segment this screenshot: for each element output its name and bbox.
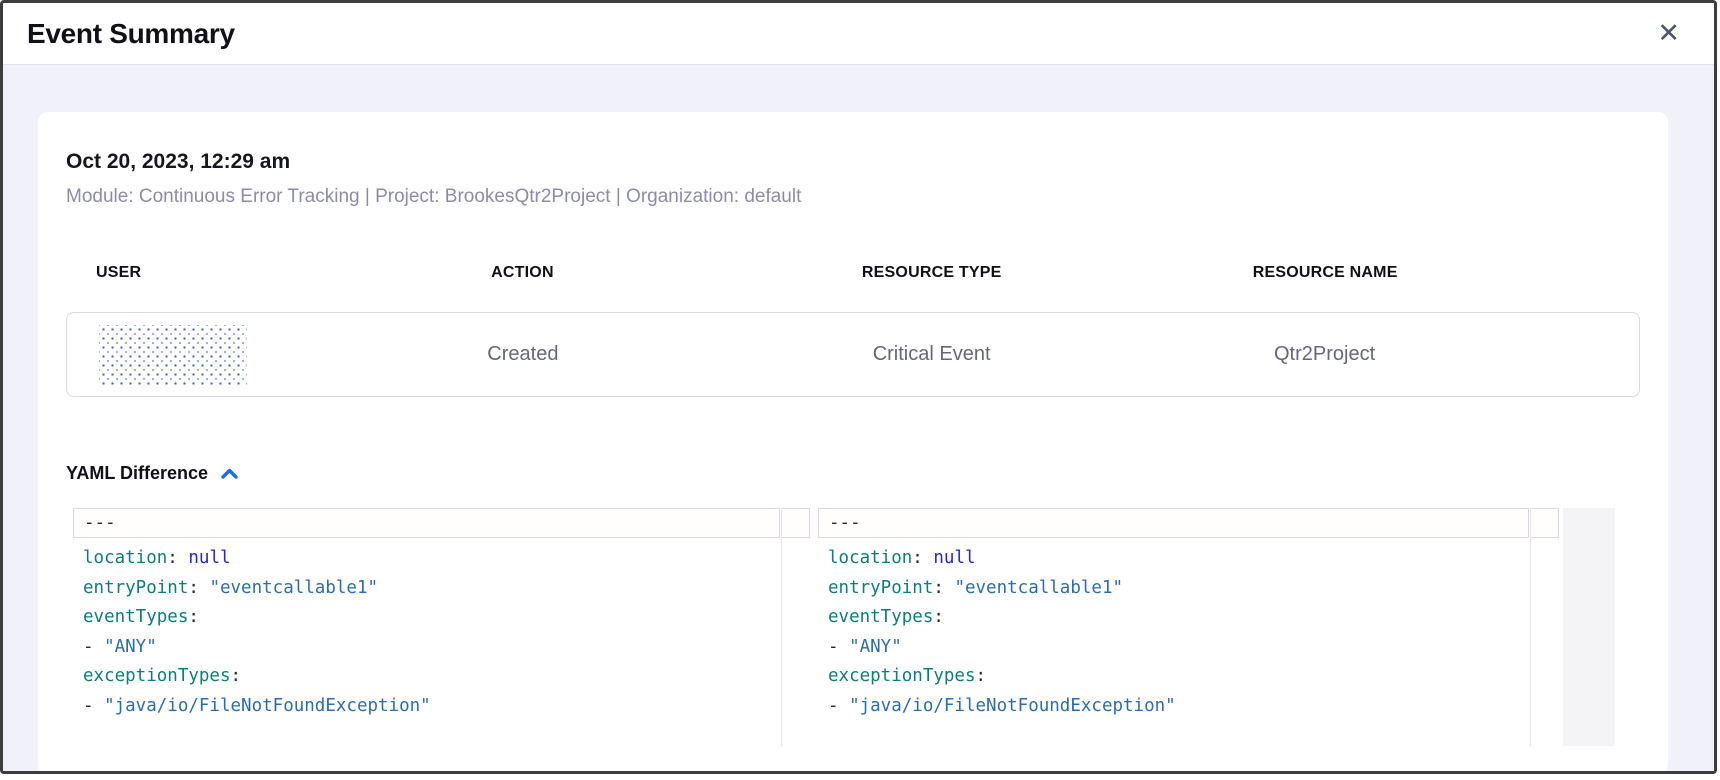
close-icon[interactable]: ✕ bbox=[1653, 18, 1684, 49]
diff-outer-scrollbar-track[interactable] bbox=[1563, 508, 1615, 746]
pane-scrollbar-track[interactable] bbox=[1530, 508, 1559, 746]
column-header-user: USER bbox=[66, 264, 318, 282]
yaml-diff-viewer: ---location: nullentryPoint: "eventcalla… bbox=[66, 508, 1640, 746]
resource-type-cell: Critical Event bbox=[727, 343, 1136, 366]
table-row: Created Critical Event Qtr2Project bbox=[66, 312, 1640, 397]
yaml-pane-before: ---location: nullentryPoint: "eventcalla… bbox=[73, 508, 810, 746]
yaml-code-before: ---location: nullentryPoint: "eventcalla… bbox=[73, 508, 810, 721]
pane-scrollbar-track[interactable] bbox=[781, 508, 810, 746]
event-meta: Module: Continuous Error Tracking | Proj… bbox=[66, 186, 1640, 208]
action-cell: Created bbox=[319, 343, 728, 366]
modal-body: Oct 20, 2023, 12:29 am Module: Continuou… bbox=[3, 65, 1714, 774]
column-header-action: ACTION bbox=[318, 264, 727, 282]
pane-scrollbar-thumb[interactable] bbox=[1531, 508, 1559, 538]
pane-scrollbar-thumb[interactable] bbox=[782, 508, 810, 538]
column-header-resource-name: RESOURCE NAME bbox=[1136, 264, 1514, 282]
yaml-code-after: ---location: nullentryPoint: "eventcalla… bbox=[818, 508, 1559, 721]
event-summary-modal: Event Summary ✕ Oct 20, 2023, 12:29 am M… bbox=[0, 0, 1717, 774]
modal-title: Event Summary bbox=[27, 18, 235, 50]
event-timestamp: Oct 20, 2023, 12:29 am bbox=[66, 150, 1640, 174]
user-cell bbox=[67, 325, 319, 385]
yaml-difference-header[interactable]: YAML Difference bbox=[66, 463, 1640, 484]
event-card: Oct 20, 2023, 12:29 am Module: Continuou… bbox=[38, 112, 1668, 774]
modal-header: Event Summary ✕ bbox=[3, 3, 1714, 65]
yaml-difference-label: YAML Difference bbox=[66, 463, 208, 484]
redacted-user-avatar bbox=[99, 325, 247, 385]
yaml-pane-after: ---location: nullentryPoint: "eventcalla… bbox=[818, 508, 1559, 746]
resource-name-cell: Qtr2Project bbox=[1136, 343, 1513, 366]
table-header-row: USER ACTION RESOURCE TYPE RESOURCE NAME bbox=[66, 264, 1640, 282]
chevron-up-icon[interactable] bbox=[220, 467, 239, 480]
column-header-resource-type: RESOURCE TYPE bbox=[727, 264, 1136, 282]
